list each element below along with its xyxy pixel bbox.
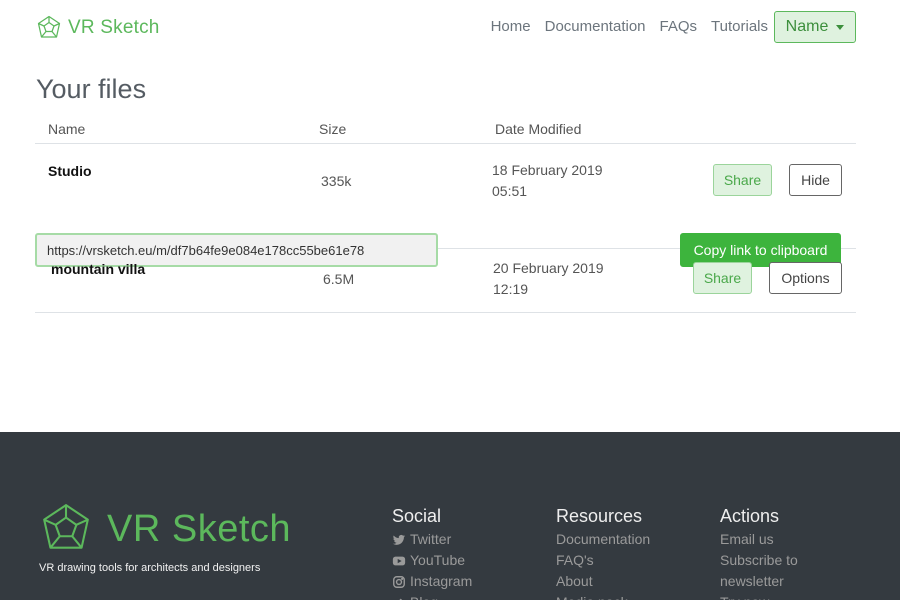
file-time: 05:51	[492, 183, 528, 199]
hide-button[interactable]: Hide	[789, 164, 842, 196]
column-header-size: Size	[319, 121, 347, 137]
footer-brand: VR Sketch	[39, 502, 291, 556]
share-button[interactable]: Share	[693, 262, 752, 294]
footer-link-newsletter[interactable]: newsletter	[720, 571, 798, 592]
youtube-icon	[392, 556, 406, 565]
nav-tutorials[interactable]: Tutorials	[711, 18, 768, 35]
instagram-icon	[393, 575, 405, 588]
table-row: mountain villa 6.5M 20 February 2019 12:…	[35, 249, 856, 313]
footer-link-media-pack[interactable]: Media pack	[556, 592, 650, 600]
footer-column-social: Social Twitter YouTube Instagram Blog	[392, 506, 472, 600]
user-menu-button[interactable]: Name	[774, 11, 856, 43]
file-size: 335k	[321, 173, 352, 189]
brand-link[interactable]: VR Sketch	[36, 15, 160, 41]
nav-faqs[interactable]: FAQs	[660, 18, 698, 35]
footer-column-actions: Actions Email us Subscribe to newsletter…	[720, 506, 798, 600]
footer-column-resources: Resources Documentation FAQ's About Medi…	[556, 506, 650, 600]
footer-tagline: VR drawing tools for architects and desi…	[39, 562, 261, 574]
column-header-date: Date Modified	[495, 121, 582, 137]
file-time: 12:19	[493, 281, 529, 297]
footer-heading-social: Social	[392, 506, 442, 526]
dodecahedron-logo-icon	[43, 504, 89, 549]
file-date: 20 February 2019	[493, 260, 604, 276]
main-nav: Home Documentation FAQs Tutorials	[491, 18, 768, 35]
page-title: Your files	[36, 74, 147, 104]
files-table: Name Size Date Modified Studio 335k 18 F…	[35, 112, 856, 313]
footer-link-subscribe[interactable]: Subscribe to	[720, 550, 798, 571]
file-name[interactable]: Studio	[48, 163, 92, 179]
footer-link-try-now[interactable]: Try now	[720, 592, 798, 600]
footer-brand-name: VR Sketch	[107, 507, 292, 550]
footer-link-label: Instagram	[410, 573, 473, 589]
nav-home[interactable]: Home	[491, 18, 531, 35]
caret-down-icon	[836, 24, 845, 30]
twitter-icon	[392, 534, 406, 545]
footer-link-label: Twitter	[410, 531, 452, 547]
dodecahedron-logo-icon	[37, 15, 61, 38]
file-date: 18 February 2019	[492, 162, 603, 178]
footer-link-about[interactable]: About	[556, 571, 650, 592]
footer-link-youtube[interactable]: YouTube	[392, 550, 472, 571]
share-button[interactable]: Share	[713, 164, 772, 196]
file-name[interactable]: mountain villa	[51, 261, 145, 277]
footer-heading-actions: Actions	[720, 506, 780, 526]
footer-link-email[interactable]: Email us	[720, 529, 798, 550]
footer-link-twitter[interactable]: Twitter	[392, 529, 472, 550]
table-row: Studio 335k 18 February 2019 05:51 Share…	[35, 144, 856, 267]
footer-link-faqs[interactable]: FAQ's	[556, 550, 650, 571]
footer-link-label: YouTube	[410, 552, 466, 568]
navbar: VR Sketch Home Documentation FAQs Tutori…	[0, 0, 900, 56]
pencil-icon	[398, 598, 403, 600]
footer-link-label: Blog	[410, 592, 438, 600]
user-menu-label: Name	[785, 18, 829, 35]
file-size: 6.5M	[323, 271, 355, 287]
brand-name: VR Sketch	[68, 17, 160, 38]
footer: VR Sketch VR drawing tools for architect…	[0, 432, 900, 600]
footer-link-documentation[interactable]: Documentation	[556, 529, 650, 550]
column-header-name: Name	[48, 121, 86, 137]
nav-documentation[interactable]: Documentation	[545, 18, 646, 35]
footer-heading-resources: Resources	[556, 506, 643, 526]
options-button[interactable]: Options	[769, 262, 842, 294]
table-header: Name Size Date Modified	[35, 112, 856, 144]
footer-link-instagram[interactable]: Instagram	[392, 571, 472, 592]
footer-link-blog[interactable]: Blog	[392, 592, 472, 600]
